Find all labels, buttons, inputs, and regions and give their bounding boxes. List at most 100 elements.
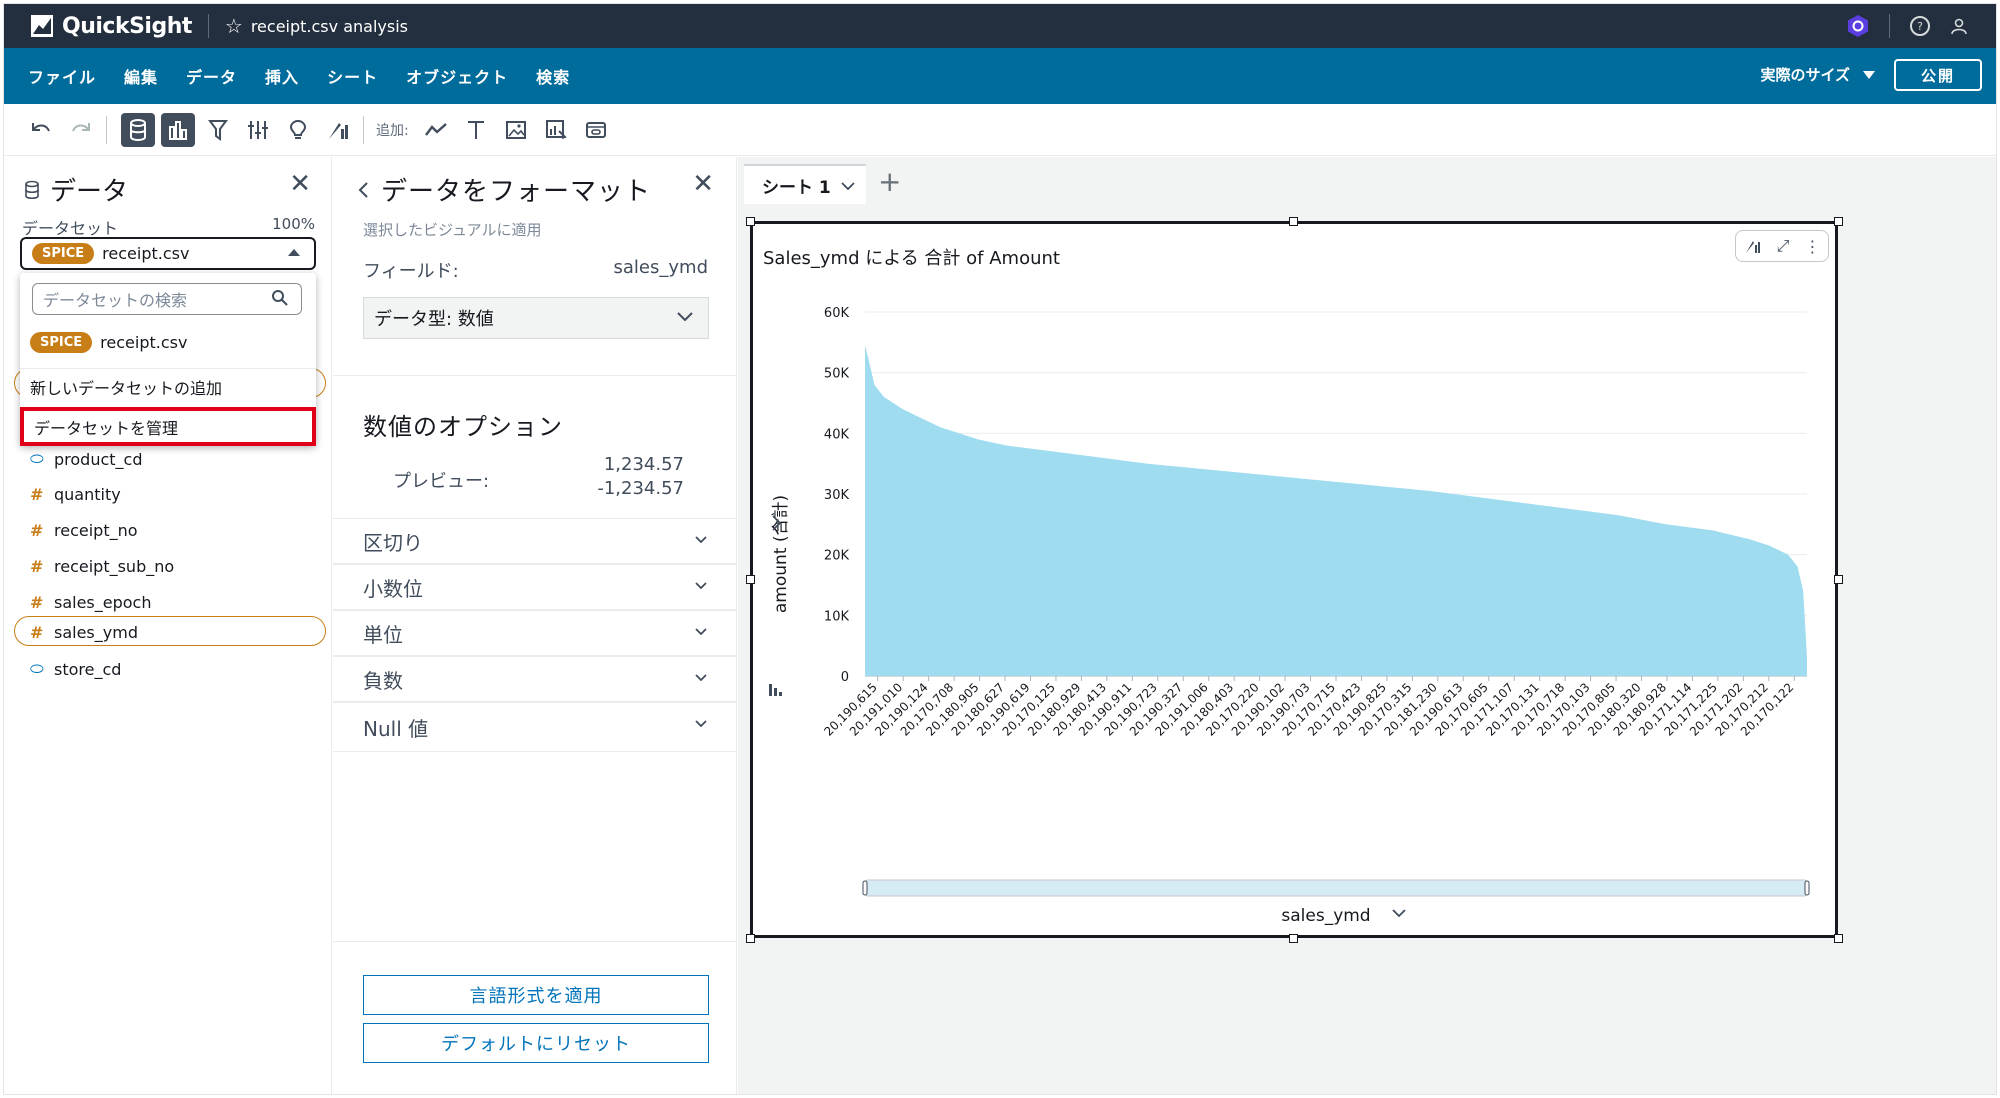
add-embed-icon[interactable]	[579, 113, 613, 147]
scrollbar-handle-left	[862, 880, 868, 896]
amazon-q-icon[interactable]	[1847, 14, 1869, 38]
sort-icon	[774, 688, 777, 696]
chevron-down-icon	[695, 674, 707, 682]
caret-up-icon	[288, 249, 300, 256]
section-label: Null 値	[363, 716, 429, 741]
resize-handle[interactable]	[1289, 934, 1298, 943]
expand-icon[interactable]: ⤢	[1777, 236, 1790, 256]
publish-button[interactable]: 公開	[1894, 59, 1982, 91]
help-icon[interactable]: ?	[1910, 16, 1930, 36]
resize-handle[interactable]	[1834, 934, 1843, 943]
measure-hash-icon: #	[30, 521, 44, 540]
field-label: フィールド:	[363, 261, 459, 282]
visualize-icon[interactable]	[161, 112, 195, 147]
apply-locale-button[interactable]: 言語形式を適用	[363, 975, 709, 1015]
add-sheet-icon[interactable]: +	[878, 165, 901, 198]
resize-handle[interactable]	[746, 217, 755, 226]
database-icon	[25, 180, 39, 199]
field-receipt-sub-no[interactable]: # receipt_sub_no	[30, 557, 174, 576]
menu-data[interactable]: データ	[186, 64, 237, 88]
x-axis-label: sales_ymd	[1281, 906, 1370, 926]
y-tick-label: 50K	[824, 367, 850, 382]
resize-handle[interactable]	[746, 934, 755, 943]
insights-lightbulb-icon[interactable]	[281, 113, 315, 147]
format-visual-icon[interactable]	[1744, 238, 1762, 254]
section-units[interactable]: 単位	[333, 610, 736, 656]
visual-menu: ⤢ ⋮	[1735, 230, 1829, 262]
more-options-icon[interactable]: ⋮	[1804, 237, 1820, 256]
back-chevron-icon[interactable]	[357, 181, 369, 199]
field-label: sales_epoch	[54, 593, 152, 612]
dataset-label: データセット	[22, 219, 119, 238]
resize-handle[interactable]	[1289, 217, 1298, 226]
menu-search[interactable]: 検索	[536, 64, 570, 88]
data-panel: データ ✕ データセット 100% SPICE receipt.csv ⬭ pr…	[4, 157, 332, 1094]
y-tick-label: 10K	[824, 609, 850, 624]
close-format-panel-icon[interactable]: ✕	[692, 169, 714, 199]
analysis-title: receipt.csv analysis	[250, 16, 408, 36]
field-sales-ymd[interactable]: # sales_ymd	[30, 623, 138, 642]
field-quantity[interactable]: # quantity	[30, 485, 121, 504]
redo-icon[interactable]	[64, 113, 98, 147]
filter-icon[interactable]	[201, 113, 235, 147]
area-series	[865, 345, 1807, 676]
menu-insert[interactable]: 挿入	[265, 64, 299, 88]
format-panel-title-text: データをフォーマット	[381, 177, 652, 207]
field-store-cd[interactable]: ⬭ store_cd	[30, 659, 121, 679]
view-size-select[interactable]: 実際のサイズ	[1760, 64, 1876, 85]
dataset-option-receipt[interactable]: SPICE receipt.csv	[20, 327, 316, 357]
field-receipt-no[interactable]: # receipt_no	[30, 521, 138, 540]
resize-handle[interactable]	[746, 575, 755, 584]
parameters-icon[interactable]	[241, 113, 275, 147]
favorite-star-icon[interactable]: ☆	[225, 14, 243, 38]
dataset-percent: 100%	[272, 215, 315, 233]
menu-file[interactable]: ファイル	[28, 64, 96, 88]
quicksight-logo[interactable]: QuickSight	[30, 14, 192, 39]
data-panel-icon[interactable]	[121, 112, 155, 147]
add-visual-icon[interactable]	[419, 113, 453, 147]
section-separator[interactable]: 区切り	[333, 518, 736, 564]
resize-handle[interactable]	[1834, 575, 1843, 584]
chart-svg: 010K20K30K40K50K60K20,190,61520,191,0102…	[769, 306, 1810, 926]
section-null-values[interactable]: Null 値	[333, 702, 736, 752]
sheet-tab-label: シート 1	[762, 177, 831, 198]
manage-dataset-option[interactable]: データセットを管理	[20, 407, 316, 446]
data-panel-title: データ	[24, 171, 128, 208]
section-label: 区切り	[363, 530, 423, 555]
field-product-cd[interactable]: ⬭ product_cd	[30, 449, 143, 469]
chevron-down-icon[interactable]	[840, 180, 856, 192]
menu-object[interactable]: オブジェクト	[406, 64, 508, 88]
quicksight-logo-icon	[31, 15, 53, 37]
themes-icon[interactable]	[321, 113, 355, 147]
data-type-select[interactable]: データ型: 数値	[363, 297, 709, 339]
section-label: 負数	[363, 668, 403, 693]
field-sales-epoch[interactable]: # sales_epoch	[30, 593, 152, 612]
preview-negative: -1,234.57	[597, 478, 684, 499]
format-data-panel: データをフォーマット ✕ 選択したビジュアルに適用 フィールド: sales_y…	[333, 157, 737, 1094]
undo-icon[interactable]	[24, 113, 58, 147]
tab-sheet-1[interactable]: シート 1	[744, 164, 866, 204]
dataset-search-placeholder: データセットの検索	[43, 291, 188, 310]
dataset-search-input[interactable]: データセットの検索	[32, 283, 302, 315]
add-insight-icon[interactable]	[539, 113, 573, 147]
x-axis-chevron-icon	[1392, 909, 1406, 918]
add-dataset-option[interactable]: 新しいデータセットの追加	[20, 373, 316, 401]
sheet-canvas: シート 1 + 0 10K 20K 30K 40K 50K 60K 20,190,615 20,…	[738, 157, 1996, 1094]
menu-edit[interactable]: 編集	[124, 64, 158, 88]
measure-hash-icon: #	[30, 485, 44, 504]
visual-area-chart[interactable]: 0 10K 20K 30K 40K 50K 60K 20,190,615 20,191,010 2…	[750, 221, 1838, 938]
add-text-icon[interactable]	[459, 113, 493, 147]
section-decimal-places[interactable]: 小数位	[333, 564, 736, 610]
close-data-panel-icon[interactable]: ✕	[289, 169, 311, 199]
dataset-select[interactable]: SPICE receipt.csv	[20, 237, 316, 270]
user-profile-icon[interactable]	[1950, 17, 1968, 35]
reset-default-button[interactable]: デフォルトにリセット	[363, 1023, 709, 1063]
section-negatives[interactable]: 負数	[333, 656, 736, 702]
divider	[363, 115, 364, 144]
add-image-icon[interactable]	[499, 113, 533, 147]
resize-handle[interactable]	[1834, 217, 1843, 226]
section-label: 小数位	[363, 576, 423, 601]
y-tick-label: 30K	[824, 488, 850, 503]
menu-sheet[interactable]: シート	[327, 64, 378, 88]
dataset-dropdown: データセットの検索 SPICE receipt.csv 新しいデータセットの追加…	[20, 273, 316, 446]
